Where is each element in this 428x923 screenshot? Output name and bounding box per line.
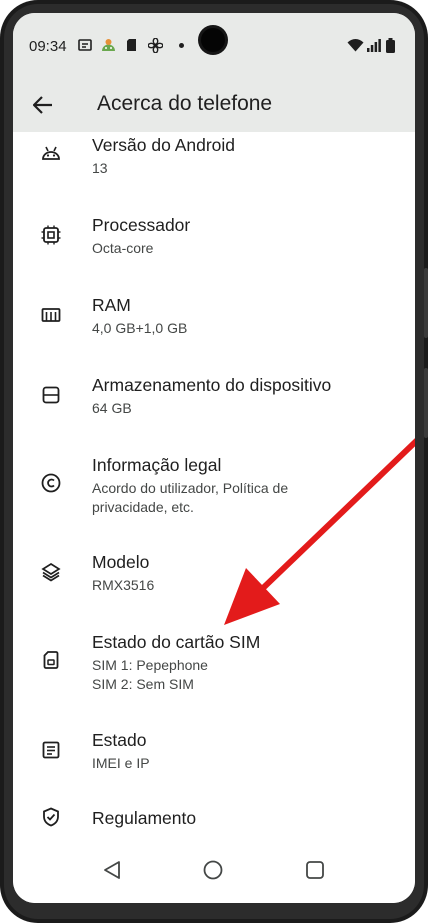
setting-ram[interactable]: RAM 4,0 GB+1,0 GB xyxy=(13,295,415,355)
setting-subtitle-line2: SIM 2: Sem SIM xyxy=(92,676,194,692)
setting-subtitle: Octa-core xyxy=(92,240,154,256)
setting-legal-info[interactable]: Informação legal Acordo do utilizador, P… xyxy=(13,455,415,535)
setting-processor[interactable]: Processador Octa-core xyxy=(13,215,415,275)
setting-title: Armazenamento do dispositivo xyxy=(92,375,332,395)
setting-subtitle: 13 xyxy=(92,160,108,176)
dot-icon xyxy=(179,43,184,48)
chip-icon xyxy=(41,225,61,245)
copyright-icon xyxy=(41,473,61,493)
setting-title: Modelo xyxy=(92,552,150,572)
status-time: 09:34 xyxy=(29,38,67,55)
setting-title: Informação legal xyxy=(92,455,222,475)
setting-sim-status[interactable]: Estado do cartão SIM SIM 1: Pepephone SI… xyxy=(13,632,415,712)
arrow-left-icon[interactable] xyxy=(33,96,53,114)
document-icon xyxy=(42,741,60,759)
setting-title: Estado do cartão SIM xyxy=(92,632,261,652)
setting-subtitle: IMEI e IP xyxy=(92,755,150,771)
navigation-bar xyxy=(13,833,415,903)
setting-title: RAM xyxy=(92,295,131,315)
setting-subtitle: 64 GB xyxy=(92,400,132,416)
setting-title: Versão do Android xyxy=(92,135,236,155)
setting-subtitle: 4,0 GB+1,0 GB xyxy=(92,320,188,336)
setting-regulation[interactable]: Regulamento xyxy=(13,807,415,832)
recents-square-icon[interactable] xyxy=(305,860,325,880)
front-camera xyxy=(201,28,225,52)
home-circle-icon[interactable] xyxy=(203,860,223,880)
signal-icon xyxy=(367,39,381,52)
setting-subtitle: RMX3516 xyxy=(92,577,155,593)
setting-title: Regulamento xyxy=(92,808,197,828)
setting-subtitle-line2: privacidade, etc. xyxy=(92,499,194,515)
volume-button xyxy=(424,268,428,338)
shield-check-icon xyxy=(43,807,59,827)
sim-icon xyxy=(127,39,136,51)
sim-card-icon xyxy=(43,651,59,669)
phone-screen: 09:34 Acerca do telefone Versão do Andro… xyxy=(13,13,415,903)
battery-icon xyxy=(386,38,395,53)
setting-title: Estado xyxy=(92,730,147,750)
storage-icon xyxy=(42,386,60,404)
memory-icon xyxy=(41,308,61,322)
power-button xyxy=(424,368,428,438)
phone-frame: 09:34 Acerca do telefone Versão do Andro… xyxy=(0,0,428,923)
page-title: Acerca do telefone xyxy=(97,92,273,115)
android-icon xyxy=(42,146,60,160)
wifi-icon xyxy=(347,39,364,52)
app-bar: Acerca do telefone xyxy=(13,77,415,132)
setting-title: Processador xyxy=(92,215,191,235)
setting-subtitle: SIM 1: Pepephone xyxy=(92,657,208,673)
setting-android-version[interactable]: Versão do Android 13 xyxy=(13,135,415,195)
android-status-icon xyxy=(102,39,115,51)
back-triangle-icon[interactable] xyxy=(102,860,122,880)
fan-icon xyxy=(148,38,163,53)
settings-list[interactable]: Versão do Android 13 Processador Octa-co… xyxy=(13,132,415,832)
setting-status[interactable]: Estado IMEI e IP xyxy=(13,730,415,790)
status-bar: 09:34 xyxy=(13,13,415,77)
setting-storage[interactable]: Armazenamento do dispositivo 64 GB xyxy=(13,375,415,435)
layers-icon xyxy=(41,562,61,582)
setting-subtitle: Acordo do utilizador, Política de xyxy=(92,480,289,496)
setting-model[interactable]: Modelo RMX3516 xyxy=(13,552,415,612)
message-icon xyxy=(78,39,92,51)
